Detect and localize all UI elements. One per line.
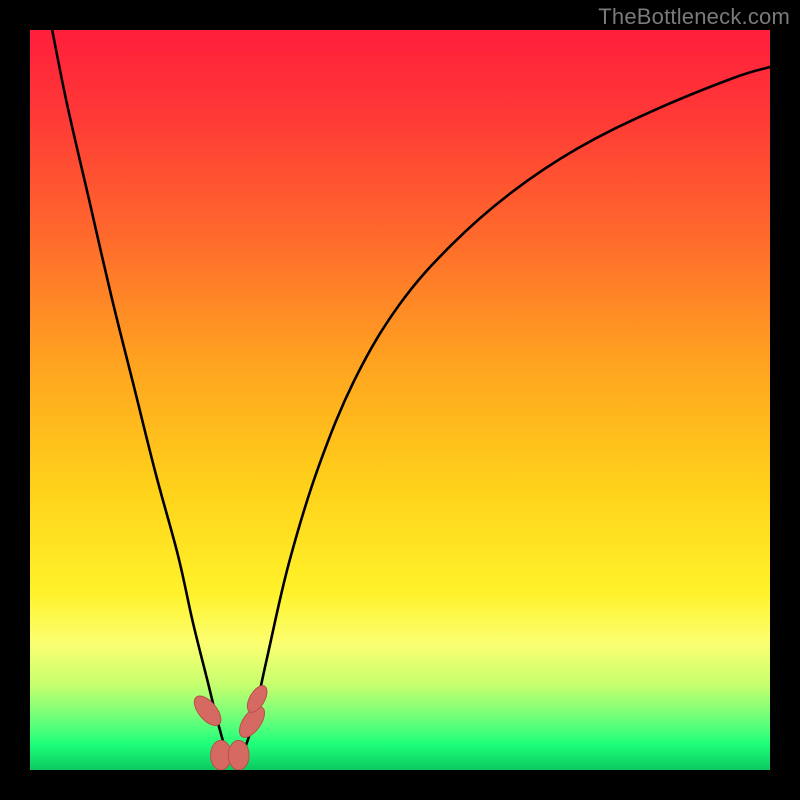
watermark-text: TheBottleneck.com — [598, 4, 790, 30]
chart-stage: TheBottleneck.com — [0, 0, 800, 800]
curve-marker — [228, 740, 249, 770]
bottleneck-chart — [30, 30, 770, 770]
plot-background — [30, 30, 770, 770]
